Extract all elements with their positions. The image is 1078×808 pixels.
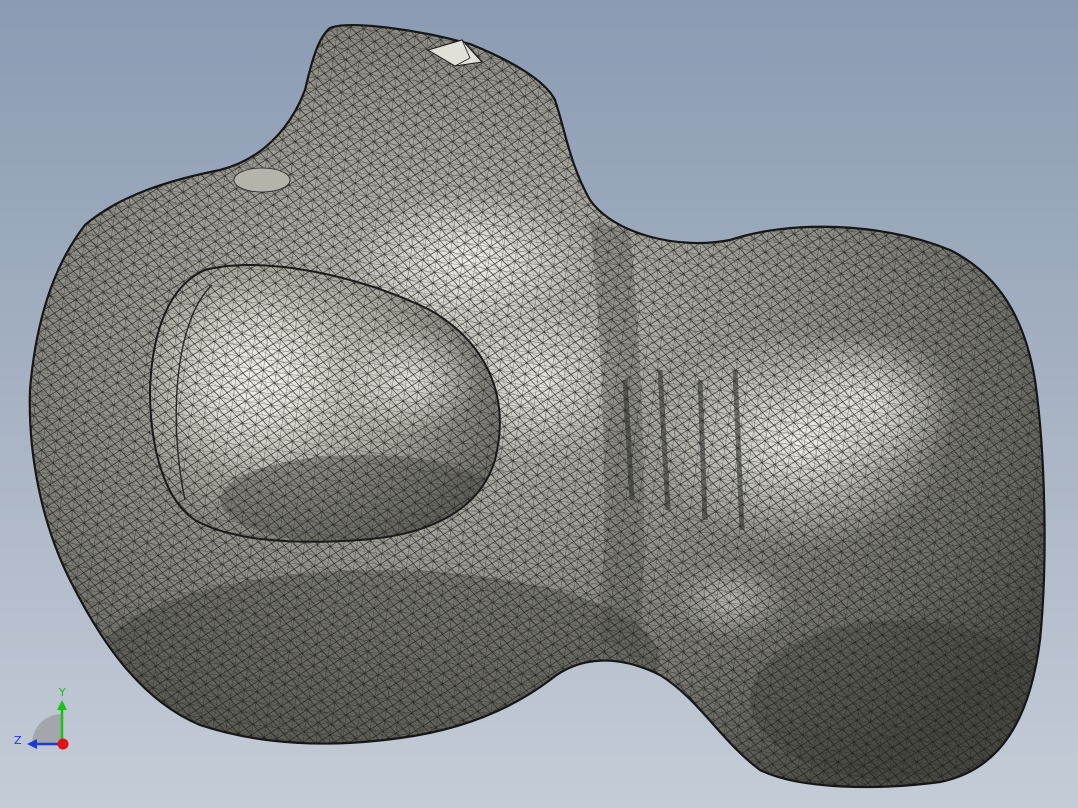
x-axis-dot-icon: [57, 738, 69, 750]
y-axis-label: Y: [58, 686, 66, 699]
y-arrow-icon: [57, 700, 67, 710]
z-axis-label: Z: [14, 734, 22, 747]
mesh-bump: [233, 167, 291, 193]
graphics-viewport[interactable]: Y Z: [0, 0, 1078, 808]
orientation-triad[interactable]: Y Z: [10, 684, 80, 754]
z-arrow-icon: [27, 739, 37, 749]
mesh-model[interactable]: [0, 0, 1078, 808]
